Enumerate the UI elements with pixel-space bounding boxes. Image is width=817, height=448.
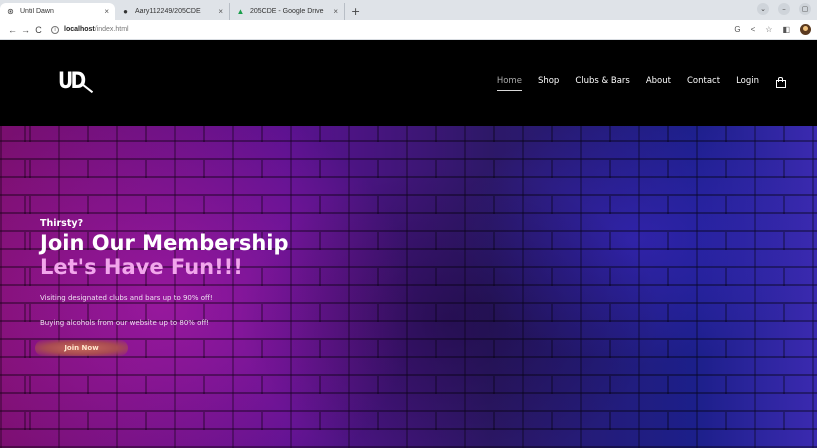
hero-headline: Join Our Membership <box>40 231 289 255</box>
browser-toolbar: ← → C i localhost /index.html G < ☆ ◧ <box>0 20 817 40</box>
window-controls: ⌄ – ▢ <box>757 3 811 15</box>
address-host: localhost <box>64 26 95 33</box>
close-tab-icon[interactable]: × <box>333 7 338 16</box>
nav-shop[interactable]: Shop <box>538 76 559 86</box>
hero-banner: Thirsty? Join Our Membership Let's Have … <box>0 126 817 448</box>
restore-icon[interactable]: ▢ <box>799 3 811 15</box>
nav-about[interactable]: About <box>646 76 671 86</box>
tab-title: Until Dawn <box>20 8 54 15</box>
hero-kicker: Thirsty? <box>40 218 84 229</box>
tab-github[interactable]: ● Aary112249/205CDE × <box>115 3 230 20</box>
site-logo[interactable]: UD <box>58 67 94 99</box>
tab-title: 205CDE - Google Drive <box>250 8 324 15</box>
drive-icon: ▲ <box>236 7 245 16</box>
shopping-bag-icon[interactable] <box>775 76 786 88</box>
logo-text: UD <box>58 69 86 94</box>
reload-icon[interactable]: C <box>32 25 45 35</box>
google-icon[interactable]: G <box>734 25 740 34</box>
tab-title: Aary112249/205CDE <box>135 8 201 15</box>
hero-subheadline: Let's Have Fun!!! <box>40 255 243 279</box>
new-tab-button[interactable]: + <box>345 3 366 20</box>
nav-contact[interactable]: Contact <box>687 76 720 86</box>
join-now-button[interactable]: Join Now <box>35 340 128 356</box>
info-icon[interactable]: i <box>51 25 59 34</box>
globe-icon: ⊛ <box>7 7 14 16</box>
hero-offer-clubs: Visiting designated clubs and bars up to… <box>40 294 213 302</box>
close-tab-icon[interactable]: × <box>104 7 109 16</box>
main-nav: Home Shop Clubs & Bars About Contact Log… <box>481 76 786 91</box>
forward-icon[interactable]: → <box>19 25 32 35</box>
share-icon[interactable]: < <box>751 25 756 34</box>
address-path: /index.html <box>94 26 129 33</box>
site-header: UD Home Shop Clubs & Bars About Contact … <box>0 41 817 126</box>
nav-login[interactable]: Login <box>736 76 759 86</box>
profile-avatar[interactable] <box>800 24 811 35</box>
browser-tab-bar: ⊛ Until Dawn × ● Aary112249/205CDE × ▲ 2… <box>0 0 817 20</box>
sidepanel-icon[interactable]: ◧ <box>782 25 790 34</box>
close-tab-icon[interactable]: × <box>218 7 223 16</box>
nav-clubs-bars[interactable]: Clubs & Bars <box>575 76 630 86</box>
chevron-down-icon[interactable]: ⌄ <box>757 3 769 15</box>
hero-offer-alcohol: Buying alcohols from our website up to 8… <box>40 319 210 327</box>
tab-until-dawn[interactable]: ⊛ Until Dawn × <box>0 3 115 20</box>
nav-home[interactable]: Home <box>496 76 523 91</box>
star-icon[interactable]: ☆ <box>765 25 772 34</box>
back-icon[interactable]: ← <box>6 25 19 35</box>
hero-content: Thirsty? Join Our Membership Let's Have … <box>35 218 289 356</box>
address-bar[interactable]: i localhost /index.html <box>51 23 734 37</box>
github-icon: ● <box>123 7 128 16</box>
minimize-icon[interactable]: – <box>778 3 790 15</box>
tab-google-drive[interactable]: ▲ 205CDE - Google Drive × <box>230 3 345 20</box>
